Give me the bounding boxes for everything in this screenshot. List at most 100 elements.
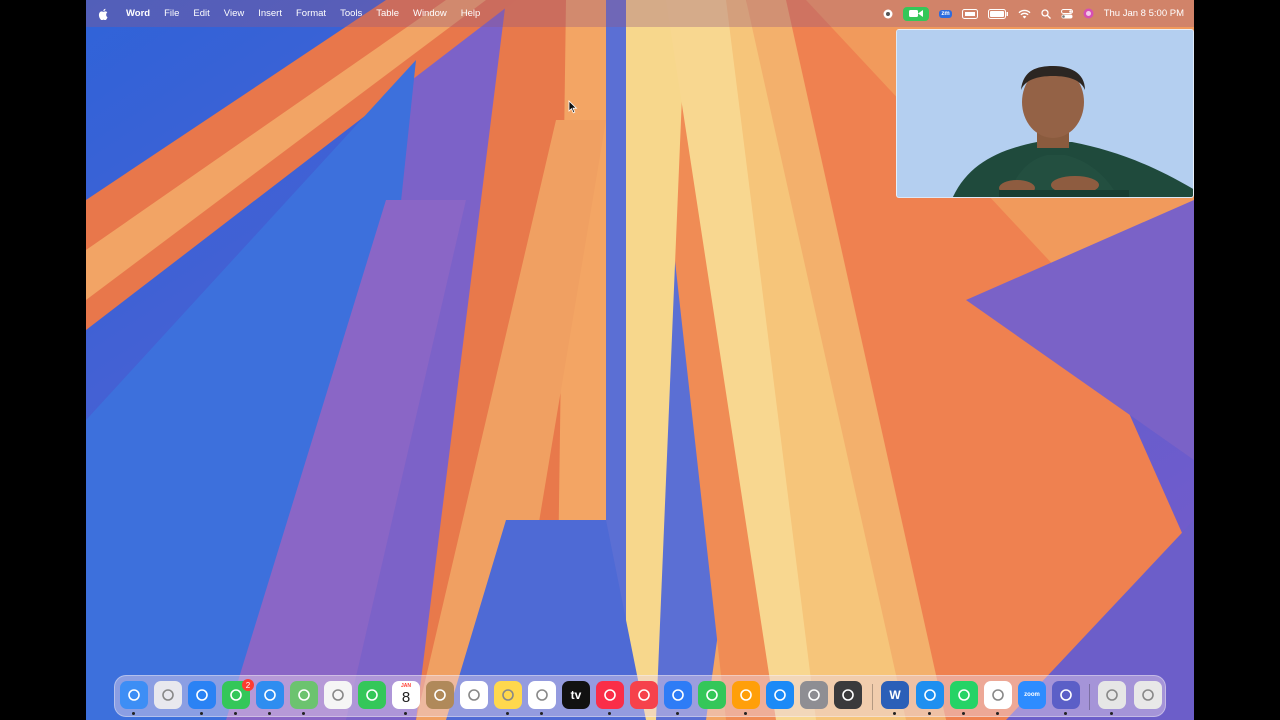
freeform-icon[interactable] <box>528 681 556 709</box>
safari-icon-glyph <box>196 689 208 701</box>
calendar-icon[interactable]: JAN 8 <box>392 681 420 709</box>
spotlight-search-icon[interactable] <box>1041 7 1051 21</box>
desktop: Word File Edit View Insert Format Tools … <box>86 0 1194 720</box>
reminders-icon[interactable] <box>460 681 488 709</box>
menu-view[interactable]: View <box>224 8 244 19</box>
whatsapp-icon[interactable] <box>950 681 978 709</box>
tips-icon-glyph <box>924 689 936 701</box>
mail-icon[interactable] <box>256 681 284 709</box>
menu-edit[interactable]: Edit <box>193 8 209 19</box>
zoom-status-icon[interactable]: zm <box>939 9 952 18</box>
teams-icon[interactable] <box>1052 681 1080 709</box>
running-indicator <box>302 712 305 715</box>
dock-app-label: tv <box>570 688 582 702</box>
menu-format[interactable]: Format <box>296 8 326 19</box>
dock-separator <box>872 684 873 710</box>
app-store-icon-glyph <box>774 689 786 701</box>
menu-tools[interactable]: Tools <box>340 8 362 19</box>
photos-icon-glyph <box>332 689 344 701</box>
contacts-icon[interactable] <box>426 681 454 709</box>
screen-recording-icon[interactable] <box>883 7 893 21</box>
running-indicator <box>506 712 509 715</box>
photos-icon[interactable] <box>324 681 352 709</box>
app-store-icon[interactable] <box>766 681 794 709</box>
numbers-icon[interactable] <box>698 681 726 709</box>
chrome-icon[interactable] <box>984 681 1012 709</box>
tv-icon[interactable]: tv <box>562 681 590 709</box>
running-indicator <box>608 712 611 715</box>
notes-icon[interactable] <box>494 681 522 709</box>
keyboard-input-icon[interactable] <box>961 7 978 21</box>
menu-app-name[interactable]: Word <box>126 8 150 19</box>
keynote-icon[interactable] <box>664 681 692 709</box>
pages-icon-glyph <box>740 689 752 701</box>
running-indicator <box>132 712 135 715</box>
running-indicator <box>744 712 747 715</box>
music-icon-glyph <box>604 689 616 701</box>
contacts-icon-glyph <box>434 689 446 701</box>
webcam-video-overlay <box>896 29 1194 198</box>
running-indicator <box>404 712 407 715</box>
dock-app-label: zoom <box>1024 692 1040 698</box>
trash-icon-glyph <box>1142 689 1154 701</box>
running-indicator <box>996 712 999 715</box>
trash-icon[interactable] <box>1134 681 1162 709</box>
facetime-icon-glyph <box>366 689 378 701</box>
video-camera-in-use-icon[interactable] <box>903 6 930 21</box>
keynote-icon-glyph <box>672 689 684 701</box>
reminders-icon-glyph <box>468 689 480 701</box>
menu-table[interactable]: Table <box>376 8 399 19</box>
notification-badge: 2 <box>242 679 254 691</box>
menu-insert[interactable]: Insert <box>258 8 282 19</box>
control-center-icon[interactable] <box>1060 7 1073 21</box>
running-indicator <box>928 712 931 715</box>
menu-window[interactable]: Window <box>413 8 447 19</box>
running-indicator <box>200 712 203 715</box>
word-icon[interactable]: W <box>881 681 909 709</box>
music-icon[interactable] <box>596 681 624 709</box>
quicktime-icon[interactable] <box>834 681 862 709</box>
downloads-stack-icon-glyph <box>1106 689 1118 701</box>
siri-icon[interactable] <box>1083 7 1094 21</box>
news-icon-glyph <box>638 689 650 701</box>
whatsapp-icon-glyph <box>958 689 970 701</box>
apple-menu-icon[interactable] <box>98 7 112 21</box>
dock-app-label: W <box>889 688 901 702</box>
freeform-icon-glyph <box>536 689 548 701</box>
safari-icon[interactable] <box>188 681 216 709</box>
facetime-icon[interactable] <box>358 681 386 709</box>
finder-icon[interactable] <box>120 681 148 709</box>
messages-icon-glyph <box>230 689 242 701</box>
battery-icon[interactable] <box>987 7 1008 21</box>
maps-icon[interactable] <box>290 681 318 709</box>
tips-icon[interactable] <box>916 681 944 709</box>
menu-help[interactable]: Help <box>461 8 481 19</box>
calendar-day-label: 8 <box>401 689 411 706</box>
zoom-icon[interactable]: zoom <box>1018 681 1046 709</box>
menu-bar-clock[interactable]: Thu Jan 8 5:00 PM <box>1104 8 1184 19</box>
quicktime-icon-glyph <box>842 689 854 701</box>
maps-icon-glyph <box>298 689 310 701</box>
running-indicator <box>962 712 965 715</box>
wifi-icon[interactable] <box>1018 7 1031 21</box>
webcam-person-image <box>897 30 1193 197</box>
running-indicator <box>1064 712 1067 715</box>
downloads-stack-icon[interactable] <box>1098 681 1126 709</box>
running-indicator <box>676 712 679 715</box>
menu-bar-status-area: zm Thu Jan 8 5:00 PM <box>883 0 1184 27</box>
numbers-icon-glyph <box>706 689 718 701</box>
chrome-icon-glyph <box>992 689 1004 701</box>
pages-icon[interactable] <box>732 681 760 709</box>
settings-icon[interactable] <box>800 681 828 709</box>
running-indicator <box>540 712 543 715</box>
teams-icon-glyph <box>1060 689 1072 701</box>
settings-icon-glyph <box>808 689 820 701</box>
running-indicator <box>1110 712 1113 715</box>
launchpad-icon[interactable] <box>154 681 182 709</box>
mouse-pointer-icon <box>568 100 578 114</box>
mail-icon-glyph <box>264 689 276 701</box>
menu-file[interactable]: File <box>164 8 179 19</box>
news-icon[interactable] <box>630 681 658 709</box>
running-indicator <box>268 712 271 715</box>
menu-bar: Word File Edit View Insert Format Tools … <box>86 0 1194 27</box>
